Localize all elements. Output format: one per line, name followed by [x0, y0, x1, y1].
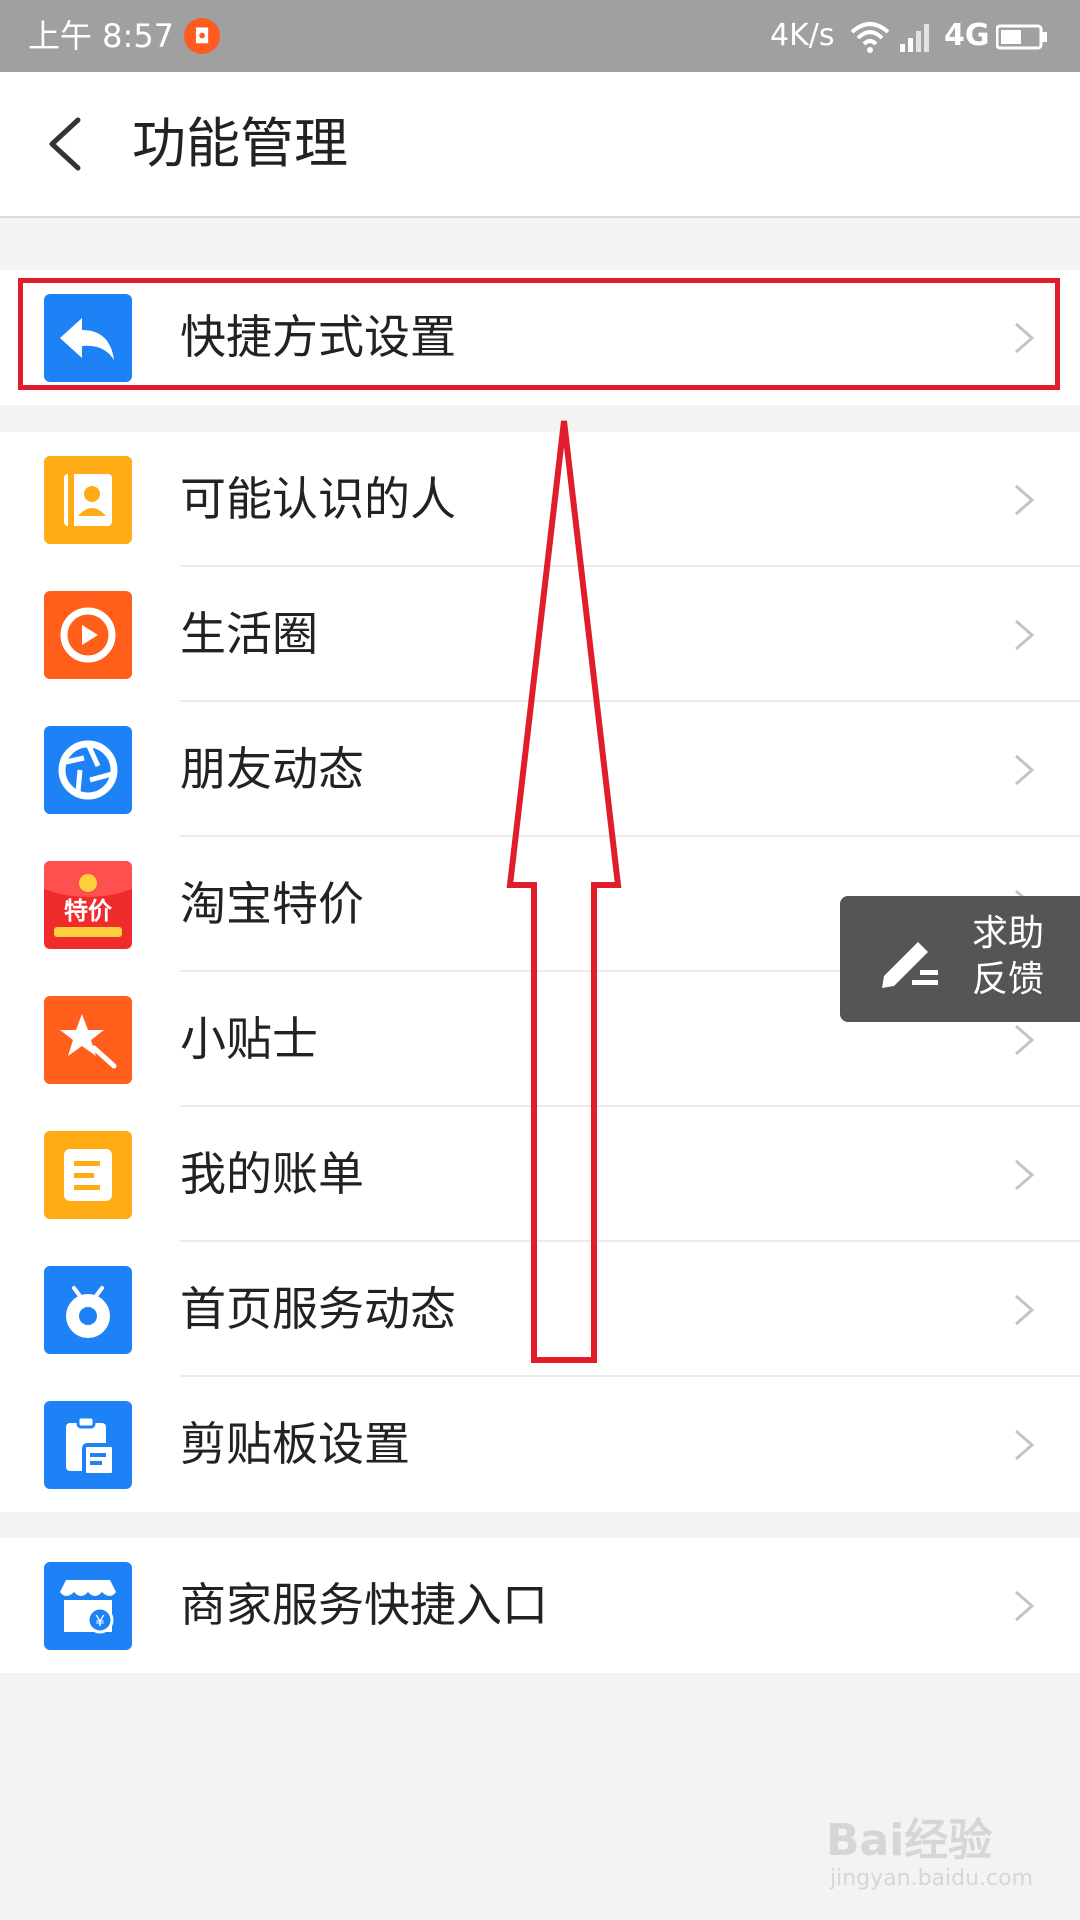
contact-card-icon: [44, 456, 132, 544]
chevron-right-icon: [1015, 619, 1035, 651]
star-wand-icon: [44, 996, 132, 1084]
svg-text:¥: ¥: [95, 1613, 105, 1630]
up-arrow-annotation: [506, 420, 622, 1363]
battery-icon: [996, 24, 1047, 50]
life-circle-icon: [44, 591, 132, 679]
chevron-right-icon: [1015, 1429, 1035, 1461]
chevron-right-icon: [1015, 1024, 1035, 1056]
watermark-url: jingyan.baidu.com: [830, 1866, 1034, 1891]
wifi-icon: [850, 22, 890, 53]
status-time: 上午 8:57: [28, 17, 175, 55]
bill-icon: [44, 1131, 132, 1219]
shop-icon: ¥: [44, 1562, 132, 1650]
chevron-right-icon: [1015, 754, 1035, 786]
highlight-box: [18, 278, 1060, 390]
chevron-right-icon: [1015, 1159, 1035, 1191]
list-item-clipboard-settings[interactable]: 剪贴板设置: [0, 1377, 1080, 1512]
chevron-right-icon: [1015, 1590, 1035, 1622]
chevron-right-icon: [1015, 484, 1035, 516]
network-type: 4G: [944, 18, 990, 53]
feedback-label-line2: 反馈: [972, 959, 1045, 1000]
status-bar: 上午 8:57 ◘ 4K/s 4G: [0, 0, 1080, 72]
shutter-icon: [44, 726, 132, 814]
notification-icon: ◘: [184, 18, 220, 54]
red-envelope-icon: 特价: [44, 861, 132, 949]
settings-group-merchant: ¥ 商家服务快捷入口: [0, 1538, 1080, 1673]
clipboard-icon: [44, 1401, 132, 1489]
watermark: Bai经验 jingyan.baidu.com: [826, 1804, 1066, 1894]
list-item-label: 首页服务动态: [180, 1282, 456, 1336]
signal-icon: [900, 24, 929, 52]
list-item-label: 小贴士: [180, 1012, 318, 1066]
help-feedback-button[interactable]: 求助 反馈: [840, 896, 1080, 1022]
list-item-label: 我的账单: [180, 1147, 364, 1201]
list-item-label: 剪贴板设置: [180, 1417, 410, 1471]
header-bar: 功能管理: [0, 72, 1080, 218]
list-item-label: 生活圈: [180, 607, 318, 661]
list-item-label: 商家服务快捷入口: [180, 1578, 548, 1632]
list-item-merchant-shortcut[interactable]: ¥ 商家服务快捷入口: [0, 1538, 1080, 1673]
page-title: 功能管理: [132, 112, 348, 175]
list-item-label: 可能认识的人: [180, 472, 456, 526]
pen-icon: [882, 942, 938, 988]
back-arrow-icon[interactable]: [44, 116, 84, 172]
feedback-label-line1: 求助: [972, 913, 1045, 954]
icon-badge-text: 特价: [64, 897, 112, 925]
watermark-logo: Bai经验: [826, 1815, 993, 1866]
list-item-label: 淘宝特价: [180, 877, 364, 931]
list-item-label: 朋友动态: [180, 742, 364, 796]
bell-icon: [44, 1266, 132, 1354]
chevron-right-icon: [1015, 1294, 1035, 1326]
network-speed: 4K/s: [770, 18, 835, 53]
